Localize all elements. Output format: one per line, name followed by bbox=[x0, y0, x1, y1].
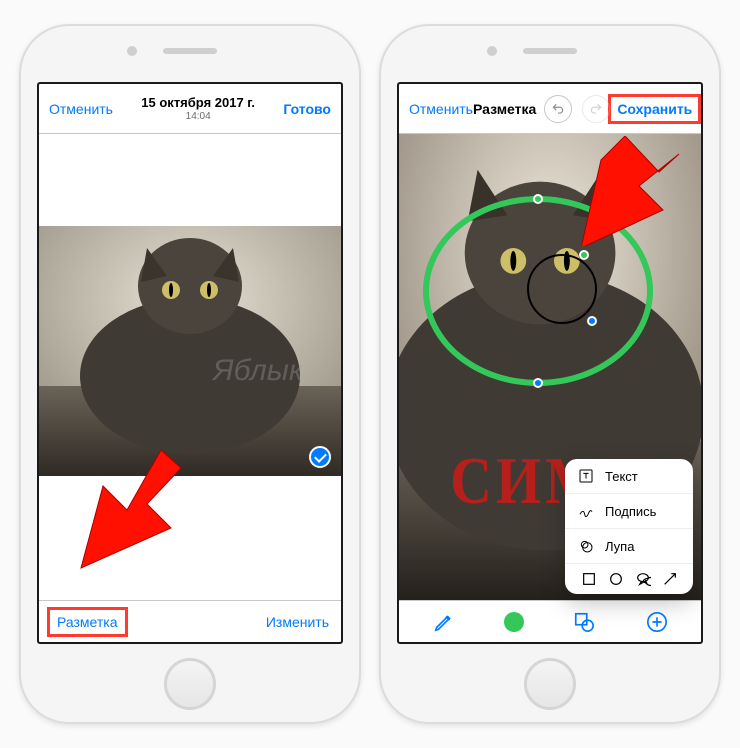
done-button[interactable]: Готово bbox=[283, 101, 331, 117]
magnifier-tool-icon bbox=[577, 537, 595, 555]
redo-icon bbox=[582, 95, 610, 123]
selected-check-icon bbox=[309, 446, 331, 468]
title-date: 15 октября 2017 г. bbox=[141, 95, 255, 110]
screen-left: Отменить 15 октября 2017 г. 14:04 Готово bbox=[37, 82, 343, 644]
shape-square-icon[interactable] bbox=[580, 570, 598, 588]
save-button[interactable]: Сохранить bbox=[612, 98, 697, 120]
navbar-title: Разметка bbox=[473, 101, 536, 117]
shape-handle-icon[interactable] bbox=[533, 378, 543, 388]
shape-handle-icon[interactable] bbox=[579, 250, 589, 260]
navbar-left: Отменить 15 октября 2017 г. 14:04 Готово bbox=[39, 84, 341, 134]
shape-handle-icon[interactable] bbox=[533, 194, 543, 204]
cat-photo-placeholder bbox=[39, 226, 341, 476]
footer-left: Разметка Изменить bbox=[39, 600, 341, 642]
photo-preview[interactable] bbox=[39, 226, 341, 476]
popover-label: Лупа bbox=[605, 539, 634, 554]
markup-magnifier[interactable] bbox=[527, 254, 597, 324]
popover-shapes-row bbox=[565, 563, 693, 594]
home-button[interactable] bbox=[524, 658, 576, 710]
text-tool-icon bbox=[577, 467, 595, 485]
cancel-button[interactable]: Отменить bbox=[409, 101, 473, 117]
shape-handle-icon[interactable] bbox=[587, 316, 597, 326]
popover-item-signature[interactable]: Подпись bbox=[565, 493, 693, 528]
add-tool-icon[interactable] bbox=[644, 609, 670, 635]
iphone-frame-left: Отменить 15 октября 2017 г. 14:04 Готово bbox=[19, 24, 361, 724]
shape-circle-icon[interactable] bbox=[607, 570, 625, 588]
edit-button[interactable]: Изменить bbox=[266, 614, 329, 630]
photo-canvas-left: Яблык bbox=[39, 134, 341, 600]
popover-label: Подпись bbox=[605, 504, 656, 519]
shapes-tool-icon[interactable] bbox=[571, 609, 597, 635]
navbar-title: 15 октября 2017 г. 14:04 bbox=[141, 95, 255, 122]
signature-tool-icon bbox=[577, 502, 595, 520]
shape-speech-icon[interactable] bbox=[634, 570, 652, 588]
popover-item-magnifier[interactable]: Лупа bbox=[565, 528, 693, 563]
popover-label: Текст bbox=[605, 469, 638, 484]
markup-button[interactable]: Разметка bbox=[51, 611, 124, 633]
photo-canvas-right[interactable]: СИМА Текст Подпись Лупа bbox=[399, 134, 701, 600]
screen-right: Отменить Разметка Сохранить bbox=[397, 82, 703, 644]
title-time: 14:04 bbox=[141, 111, 255, 122]
pen-tool-icon[interactable] bbox=[431, 609, 457, 635]
navbar-right: Отменить Разметка Сохранить bbox=[399, 84, 701, 134]
undo-icon[interactable] bbox=[544, 95, 572, 123]
home-button[interactable] bbox=[164, 658, 216, 710]
popover-item-text[interactable]: Текст bbox=[565, 459, 693, 493]
color-picker-button[interactable] bbox=[504, 612, 524, 632]
comparison-stage: Отменить 15 октября 2017 г. 14:04 Готово bbox=[0, 0, 740, 748]
markup-toolbar bbox=[399, 600, 701, 642]
shape-arrow-icon[interactable] bbox=[661, 570, 679, 588]
iphone-frame-right: Отменить Разметка Сохранить bbox=[379, 24, 721, 724]
cancel-button[interactable]: Отменить bbox=[49, 101, 113, 117]
markup-tools-popover: Текст Подпись Лупа bbox=[565, 459, 693, 594]
